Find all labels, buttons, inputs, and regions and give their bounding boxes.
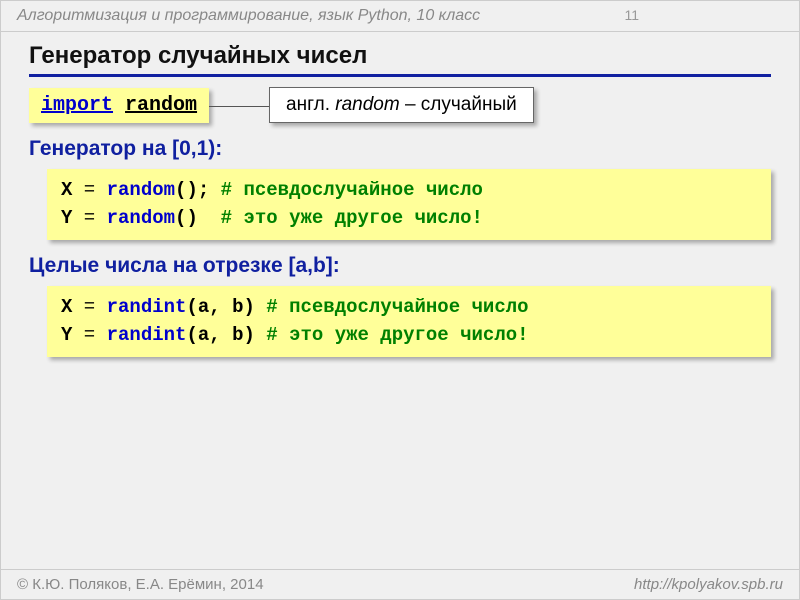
import-module: random (125, 94, 197, 117)
slide-title: Генератор случайных чисел (29, 42, 771, 77)
page-number: 11 (624, 7, 639, 23)
section2-heading: Целые числа на отрезке [a,b]: (29, 254, 771, 278)
callout-word: random (335, 94, 399, 115)
callout-suffix: – случайный (400, 94, 517, 115)
code-block-1: X = random(); # псевдослучайное число Y … (47, 169, 771, 240)
translation-callout: англ. random – случайный (269, 87, 534, 123)
import-row: import random англ. random – случайный (29, 87, 771, 123)
import-keyword: import (41, 94, 113, 117)
course-label: Алгоритмизация и программирование, язык … (17, 7, 480, 24)
copyright-text: © К.Ю. Поляков, Е.А. Ерёмин, 2014 (17, 576, 264, 593)
slide-content: Генератор случайных чисел import random … (1, 32, 799, 357)
slide-header: Алгоритмизация и программирование, язык … (1, 1, 799, 32)
footer-url: http://kpolyakov.spb.ru (634, 576, 783, 593)
callout-connector (209, 106, 269, 107)
import-code: import random (29, 88, 209, 123)
code-block-2: X = randint(a, b) # псевдослучайное числ… (47, 286, 771, 357)
callout-prefix: англ. (286, 94, 335, 115)
slide-footer: © К.Ю. Поляков, Е.А. Ерёмин, 2014 http:/… (1, 569, 799, 599)
section1-heading: Генератор на [0,1): (29, 137, 771, 161)
